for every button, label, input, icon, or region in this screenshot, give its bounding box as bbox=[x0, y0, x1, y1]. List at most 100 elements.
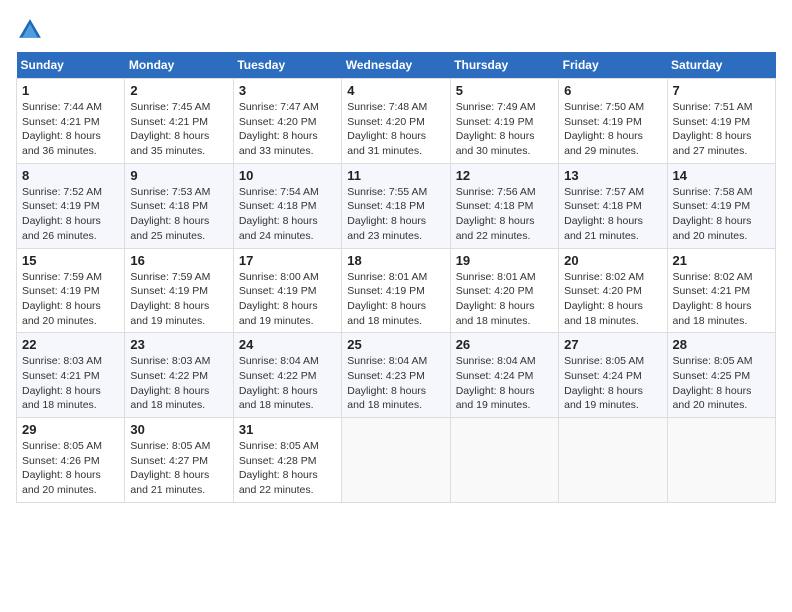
calendar-cell: 30 Sunrise: 8:05 AM Sunset: 4:27 PM Dayl… bbox=[125, 418, 233, 503]
day-detail: Sunrise: 8:01 AM Sunset: 4:19 PM Dayligh… bbox=[347, 270, 444, 329]
calendar-cell bbox=[667, 418, 775, 503]
calendar-cell bbox=[559, 418, 667, 503]
day-number: 15 bbox=[22, 253, 119, 268]
calendar-cell: 20 Sunrise: 8:02 AM Sunset: 4:20 PM Dayl… bbox=[559, 248, 667, 333]
calendar-cell: 14 Sunrise: 7:58 AM Sunset: 4:19 PM Dayl… bbox=[667, 163, 775, 248]
calendar-cell: 15 Sunrise: 7:59 AM Sunset: 4:19 PM Dayl… bbox=[17, 248, 125, 333]
calendar-week-2: 8 Sunrise: 7:52 AM Sunset: 4:19 PM Dayli… bbox=[17, 163, 776, 248]
day-number: 11 bbox=[347, 168, 444, 183]
calendar-cell: 25 Sunrise: 8:04 AM Sunset: 4:23 PM Dayl… bbox=[342, 333, 450, 418]
calendar-cell: 6 Sunrise: 7:50 AM Sunset: 4:19 PM Dayli… bbox=[559, 79, 667, 164]
calendar-cell: 29 Sunrise: 8:05 AM Sunset: 4:26 PM Dayl… bbox=[17, 418, 125, 503]
day-detail: Sunrise: 7:59 AM Sunset: 4:19 PM Dayligh… bbox=[130, 270, 227, 329]
calendar-cell: 17 Sunrise: 8:00 AM Sunset: 4:19 PM Dayl… bbox=[233, 248, 341, 333]
day-number: 25 bbox=[347, 337, 444, 352]
day-detail: Sunrise: 7:47 AM Sunset: 4:20 PM Dayligh… bbox=[239, 100, 336, 159]
day-number: 20 bbox=[564, 253, 661, 268]
day-detail: Sunrise: 7:57 AM Sunset: 4:18 PM Dayligh… bbox=[564, 185, 661, 244]
day-detail: Sunrise: 8:04 AM Sunset: 4:24 PM Dayligh… bbox=[456, 354, 553, 413]
calendar-cell: 27 Sunrise: 8:05 AM Sunset: 4:24 PM Dayl… bbox=[559, 333, 667, 418]
calendar-cell bbox=[450, 418, 558, 503]
calendar-cell: 11 Sunrise: 7:55 AM Sunset: 4:18 PM Dayl… bbox=[342, 163, 450, 248]
day-detail: Sunrise: 7:53 AM Sunset: 4:18 PM Dayligh… bbox=[130, 185, 227, 244]
calendar-cell: 9 Sunrise: 7:53 AM Sunset: 4:18 PM Dayli… bbox=[125, 163, 233, 248]
calendar-cell: 3 Sunrise: 7:47 AM Sunset: 4:20 PM Dayli… bbox=[233, 79, 341, 164]
calendar-cell: 12 Sunrise: 7:56 AM Sunset: 4:18 PM Dayl… bbox=[450, 163, 558, 248]
day-number: 29 bbox=[22, 422, 119, 437]
day-detail: Sunrise: 7:45 AM Sunset: 4:21 PM Dayligh… bbox=[130, 100, 227, 159]
calendar-cell: 16 Sunrise: 7:59 AM Sunset: 4:19 PM Dayl… bbox=[125, 248, 233, 333]
weekday-header-thursday: Thursday bbox=[450, 52, 558, 79]
calendar-week-4: 22 Sunrise: 8:03 AM Sunset: 4:21 PM Dayl… bbox=[17, 333, 776, 418]
day-number: 23 bbox=[130, 337, 227, 352]
calendar-cell: 10 Sunrise: 7:54 AM Sunset: 4:18 PM Dayl… bbox=[233, 163, 341, 248]
day-number: 28 bbox=[673, 337, 770, 352]
calendar-cell: 5 Sunrise: 7:49 AM Sunset: 4:19 PM Dayli… bbox=[450, 79, 558, 164]
day-number: 17 bbox=[239, 253, 336, 268]
weekday-header-sunday: Sunday bbox=[17, 52, 125, 79]
day-number: 26 bbox=[456, 337, 553, 352]
weekday-header-wednesday: Wednesday bbox=[342, 52, 450, 79]
day-number: 9 bbox=[130, 168, 227, 183]
day-detail: Sunrise: 7:59 AM Sunset: 4:19 PM Dayligh… bbox=[22, 270, 119, 329]
day-detail: Sunrise: 8:03 AM Sunset: 4:21 PM Dayligh… bbox=[22, 354, 119, 413]
day-detail: Sunrise: 7:58 AM Sunset: 4:19 PM Dayligh… bbox=[673, 185, 770, 244]
calendar-cell: 2 Sunrise: 7:45 AM Sunset: 4:21 PM Dayli… bbox=[125, 79, 233, 164]
calendar-cell: 19 Sunrise: 8:01 AM Sunset: 4:20 PM Dayl… bbox=[450, 248, 558, 333]
day-detail: Sunrise: 8:05 AM Sunset: 4:24 PM Dayligh… bbox=[564, 354, 661, 413]
calendar-cell: 28 Sunrise: 8:05 AM Sunset: 4:25 PM Dayl… bbox=[667, 333, 775, 418]
day-detail: Sunrise: 8:00 AM Sunset: 4:19 PM Dayligh… bbox=[239, 270, 336, 329]
calendar-cell: 8 Sunrise: 7:52 AM Sunset: 4:19 PM Dayli… bbox=[17, 163, 125, 248]
calendar-cell: 1 Sunrise: 7:44 AM Sunset: 4:21 PM Dayli… bbox=[17, 79, 125, 164]
day-detail: Sunrise: 7:49 AM Sunset: 4:19 PM Dayligh… bbox=[456, 100, 553, 159]
calendar-cell: 23 Sunrise: 8:03 AM Sunset: 4:22 PM Dayl… bbox=[125, 333, 233, 418]
day-detail: Sunrise: 8:05 AM Sunset: 4:27 PM Dayligh… bbox=[130, 439, 227, 498]
calendar-week-5: 29 Sunrise: 8:05 AM Sunset: 4:26 PM Dayl… bbox=[17, 418, 776, 503]
weekday-header-friday: Friday bbox=[559, 52, 667, 79]
weekday-header-saturday: Saturday bbox=[667, 52, 775, 79]
calendar-cell: 22 Sunrise: 8:03 AM Sunset: 4:21 PM Dayl… bbox=[17, 333, 125, 418]
calendar-cell: 13 Sunrise: 7:57 AM Sunset: 4:18 PM Dayl… bbox=[559, 163, 667, 248]
day-number: 31 bbox=[239, 422, 336, 437]
day-number: 6 bbox=[564, 83, 661, 98]
calendar-cell: 4 Sunrise: 7:48 AM Sunset: 4:20 PM Dayli… bbox=[342, 79, 450, 164]
day-detail: Sunrise: 8:02 AM Sunset: 4:21 PM Dayligh… bbox=[673, 270, 770, 329]
calendar-cell bbox=[342, 418, 450, 503]
logo-icon bbox=[16, 16, 44, 44]
day-number: 24 bbox=[239, 337, 336, 352]
day-number: 10 bbox=[239, 168, 336, 183]
day-detail: Sunrise: 7:51 AM Sunset: 4:19 PM Dayligh… bbox=[673, 100, 770, 159]
day-number: 4 bbox=[347, 83, 444, 98]
day-detail: Sunrise: 7:56 AM Sunset: 4:18 PM Dayligh… bbox=[456, 185, 553, 244]
day-detail: Sunrise: 8:02 AM Sunset: 4:20 PM Dayligh… bbox=[564, 270, 661, 329]
weekday-header-monday: Monday bbox=[125, 52, 233, 79]
day-number: 7 bbox=[673, 83, 770, 98]
day-number: 18 bbox=[347, 253, 444, 268]
day-number: 12 bbox=[456, 168, 553, 183]
day-number: 14 bbox=[673, 168, 770, 183]
day-number: 22 bbox=[22, 337, 119, 352]
day-number: 30 bbox=[130, 422, 227, 437]
calendar-cell: 21 Sunrise: 8:02 AM Sunset: 4:21 PM Dayl… bbox=[667, 248, 775, 333]
day-detail: Sunrise: 7:44 AM Sunset: 4:21 PM Dayligh… bbox=[22, 100, 119, 159]
day-number: 21 bbox=[673, 253, 770, 268]
calendar-cell: 26 Sunrise: 8:04 AM Sunset: 4:24 PM Dayl… bbox=[450, 333, 558, 418]
day-detail: Sunrise: 7:55 AM Sunset: 4:18 PM Dayligh… bbox=[347, 185, 444, 244]
day-detail: Sunrise: 8:01 AM Sunset: 4:20 PM Dayligh… bbox=[456, 270, 553, 329]
day-number: 8 bbox=[22, 168, 119, 183]
calendar-cell: 24 Sunrise: 8:04 AM Sunset: 4:22 PM Dayl… bbox=[233, 333, 341, 418]
day-number: 1 bbox=[22, 83, 119, 98]
day-number: 2 bbox=[130, 83, 227, 98]
day-number: 5 bbox=[456, 83, 553, 98]
calendar-table: SundayMondayTuesdayWednesdayThursdayFrid… bbox=[16, 52, 776, 503]
logo bbox=[16, 16, 48, 44]
day-detail: Sunrise: 8:03 AM Sunset: 4:22 PM Dayligh… bbox=[130, 354, 227, 413]
day-detail: Sunrise: 7:48 AM Sunset: 4:20 PM Dayligh… bbox=[347, 100, 444, 159]
calendar-cell: 7 Sunrise: 7:51 AM Sunset: 4:19 PM Dayli… bbox=[667, 79, 775, 164]
day-detail: Sunrise: 8:04 AM Sunset: 4:22 PM Dayligh… bbox=[239, 354, 336, 413]
day-detail: Sunrise: 7:52 AM Sunset: 4:19 PM Dayligh… bbox=[22, 185, 119, 244]
page-header bbox=[16, 16, 776, 44]
calendar-cell: 31 Sunrise: 8:05 AM Sunset: 4:28 PM Dayl… bbox=[233, 418, 341, 503]
day-detail: Sunrise: 7:54 AM Sunset: 4:18 PM Dayligh… bbox=[239, 185, 336, 244]
day-detail: Sunrise: 7:50 AM Sunset: 4:19 PM Dayligh… bbox=[564, 100, 661, 159]
